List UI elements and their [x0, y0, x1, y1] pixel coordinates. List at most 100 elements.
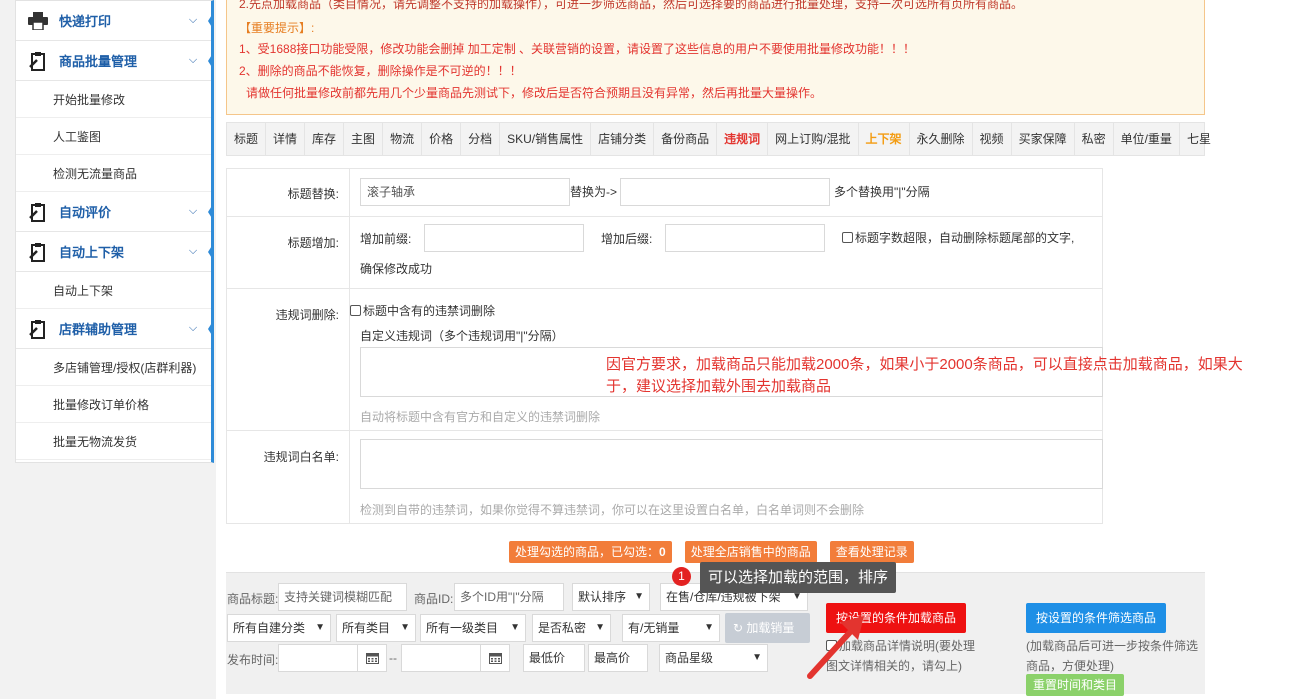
notice-item: 请做任何批量修改前都先用几个少量商品先测试下，修改后是否符合预期且没有异常，然后… [246, 86, 823, 100]
view-records-button[interactable]: 查看处理记录 [829, 541, 914, 563]
date-separator: -- [389, 651, 397, 665]
whitelist-textarea[interactable] [360, 439, 1103, 489]
min-price-input[interactable]: 最低价 [523, 644, 585, 672]
replace-to-label: 替换为-> [570, 185, 618, 199]
reset-button[interactable]: 重置时间和类目 [1026, 674, 1125, 696]
sidebar-group-express-print[interactable]: 快递打印 ⌵ [16, 1, 211, 41]
filter-hint: (加载商品后可进一步按条件筛选商品，方便处理) [1026, 639, 1198, 673]
notice-item: 2、删除的商品不能恢复，删除操作是不可逆的！！！ [239, 64, 522, 78]
chevron-down-icon: ▼ [704, 622, 714, 633]
sidebar-item-no-logistics[interactable]: 批量无物流发货 [16, 423, 211, 460]
private-select[interactable]: 是否私密 ▼ [532, 614, 611, 642]
auto-trim-checkbox[interactable]: 标题字数超限，自动删除标题尾部的文字, [842, 229, 1074, 246]
notice-line: 2.先点加载商品（类目情况，请先调整不支持的加载操作），可进一步筛选商品，然后可… [239, 0, 1024, 11]
auto-trim-label2: 确保修改成功 [360, 262, 433, 276]
custom-category-select[interactable]: 所有自建分类 ▼ [227, 614, 331, 642]
sidebar-group-shop-group[interactable]: 店群辅助管理 ⌵ [16, 309, 211, 349]
tab-private[interactable]: 私密 [1075, 123, 1114, 155]
row-title-replace: 标题替换: 滚子轴承 替换为-> 多个替换用"|"分隔 [227, 169, 1102, 217]
load-sales-button[interactable]: ↻ 加载销量 [725, 613, 810, 643]
find-input[interactable]: 滚子轴承 [360, 178, 570, 206]
filter-title-input[interactable]: 支持关键词模糊匹配 [278, 583, 407, 611]
chevron-down-icon: ⌵ [188, 205, 198, 217]
tab-sku[interactable]: SKU/销售属性 [500, 123, 592, 155]
process-selected-button[interactable]: 处理勾选的商品，已勾选：0 [509, 541, 672, 563]
prefix-input[interactable] [424, 224, 584, 252]
tab-seven-star[interactable]: 七星 [1180, 123, 1218, 155]
step-badge: 1 [672, 567, 691, 586]
sidebar-group-auto-listing[interactable]: 自动上下架 ⌵ [16, 232, 211, 272]
calendar-icon[interactable] [357, 644, 387, 672]
delete-banned-checkbox[interactable]: 标题中含有的违禁词删除 [350, 302, 495, 319]
tab-delete[interactable]: 永久删除 [910, 123, 973, 155]
notice-box: 2.先点加载商品（类目情况，请先调整不支持的加载操作），可进一步筛选商品，然后可… [226, 0, 1205, 115]
calendar-icon[interactable] [480, 644, 510, 672]
suffix-label: 增加后缀: [601, 232, 653, 246]
filter-by-condition-button[interactable]: 按设置的条件筛选商品 [1026, 603, 1167, 633]
chevron-down-icon: ⌵ [188, 245, 198, 257]
max-price-input[interactable]: 最高价 [588, 644, 648, 672]
clipboard-icon [27, 201, 49, 223]
sales-select[interactable]: 有/无销量 ▼ [622, 614, 720, 642]
sidebar-item-order-price[interactable]: 批量修改订单价格 [16, 386, 211, 423]
tab-listing[interactable]: 上下架 [859, 123, 910, 155]
chevron-down-icon: ▼ [315, 622, 325, 633]
sidebar-group-batch-manage[interactable]: 商品批量管理 ⌵ [16, 41, 211, 81]
tab-buyer-protect[interactable]: 买家保障 [1012, 123, 1075, 155]
selected-count: 0 [659, 545, 666, 559]
tab-video[interactable]: 视频 [973, 123, 1012, 155]
filter-title-label: 商品标题: [227, 592, 279, 606]
function-tabs: 标题 详情 库存 主图 物流 价格 分档 SKU/销售属性 店铺分类 备份商品 … [226, 122, 1211, 156]
tooltip-load-range: 可以选择加载的范围，排序 [700, 562, 897, 593]
whitelist-hint: 检测到自带的违禁词，如果你觉得不算违禁词，你可以在这里设置白名单，白名单词则不会… [360, 503, 865, 517]
red-arrow-annotation [807, 616, 864, 679]
tab-title[interactable]: 标题 [227, 123, 267, 155]
tab-tier[interactable]: 分档 [461, 123, 501, 155]
tab-stock[interactable]: 库存 [305, 123, 345, 155]
publish-start-input[interactable] [278, 644, 358, 672]
violation-hint: 自动将标题中含有官方和自定义的违禁词删除 [360, 410, 601, 424]
publish-time-label: 发布时间: [227, 653, 279, 667]
star-select[interactable]: 商品星级 ▼ [659, 644, 768, 672]
sidebar-item-auto-listing[interactable]: 自动上下架 [16, 272, 211, 309]
sidebar-item-start-batch[interactable]: 开始批量修改 [16, 81, 211, 118]
tab-main-image[interactable]: 主图 [344, 123, 384, 155]
tab-violation-words[interactable]: 违规词 [717, 123, 769, 155]
replace-tip: 多个替换用"|"分隔 [834, 185, 930, 199]
sidebar-item-multi-shop[interactable]: 多店铺管理/授权(店群利器) [16, 349, 211, 386]
tab-price[interactable]: 价格 [422, 123, 462, 155]
publish-end-input[interactable] [401, 644, 481, 672]
tab-shop-category[interactable]: 店铺分类 [591, 123, 655, 155]
checkbox[interactable] [842, 232, 853, 243]
checkbox[interactable] [350, 305, 361, 316]
label-whitelist: 违规词白名单: [263, 450, 339, 464]
chevron-down-icon: ⌵ [188, 322, 198, 334]
suffix-input[interactable] [665, 224, 825, 252]
edit-form: 标题替换: 滚子轴承 替换为-> 多个替换用"|"分隔 标题增加: 增加前缀: … [226, 168, 1103, 524]
main-panel: 2.先点加载商品（类目情况，请先调整不支持的加载操作），可进一步筛选商品，然后可… [216, 0, 1311, 699]
chevron-down-icon: ▼ [510, 622, 520, 633]
chevron-down-icon: ▼ [400, 622, 410, 633]
sidebar-group-auto-review[interactable]: 自动评价 ⌵ [16, 192, 211, 232]
tab-backup[interactable]: 备份商品 [654, 123, 718, 155]
tab-unit-weight[interactable]: 单位/重量 [1114, 123, 1180, 155]
chevron-down-icon: ▼ [634, 591, 644, 602]
label-violation-delete: 违规词删除: [275, 308, 339, 322]
sort-select[interactable]: 默认排序 ▼ [572, 583, 650, 611]
chevron-down-icon: ⌵ [188, 14, 198, 26]
replace-input[interactable] [620, 178, 830, 206]
tab-online-order[interactable]: 网上订购/混批 [768, 123, 859, 155]
process-all-button[interactable]: 处理全店销售中的商品 [684, 541, 817, 563]
category-select[interactable]: 所有类目 ▼ [336, 614, 416, 642]
notice-item: 1、受1688接口功能受限，修改功能会删掉 加工定制 、关联营销的设置，请设置了… [239, 42, 916, 56]
sidebar-item-manual-image[interactable]: 人工鉴图 [16, 118, 211, 155]
row-whitelist: 违规词白名单: 检测到自带的违禁词，如果你觉得不算违禁词，你可以在这里设置白名单… [227, 431, 1103, 523]
sidebar-item-no-traffic[interactable]: 检测无流量商品 [16, 155, 211, 192]
top-category-select[interactable]: 所有一级类目 ▼ [420, 614, 526, 642]
tab-detail[interactable]: 详情 [266, 123, 306, 155]
clipboard-icon [27, 318, 49, 340]
tab-logistics[interactable]: 物流 [383, 123, 423, 155]
chevron-down-icon: ▼ [595, 622, 605, 633]
printer-icon [27, 10, 49, 32]
filter-id-input[interactable]: 多个ID用"|"分隔 [454, 583, 564, 611]
